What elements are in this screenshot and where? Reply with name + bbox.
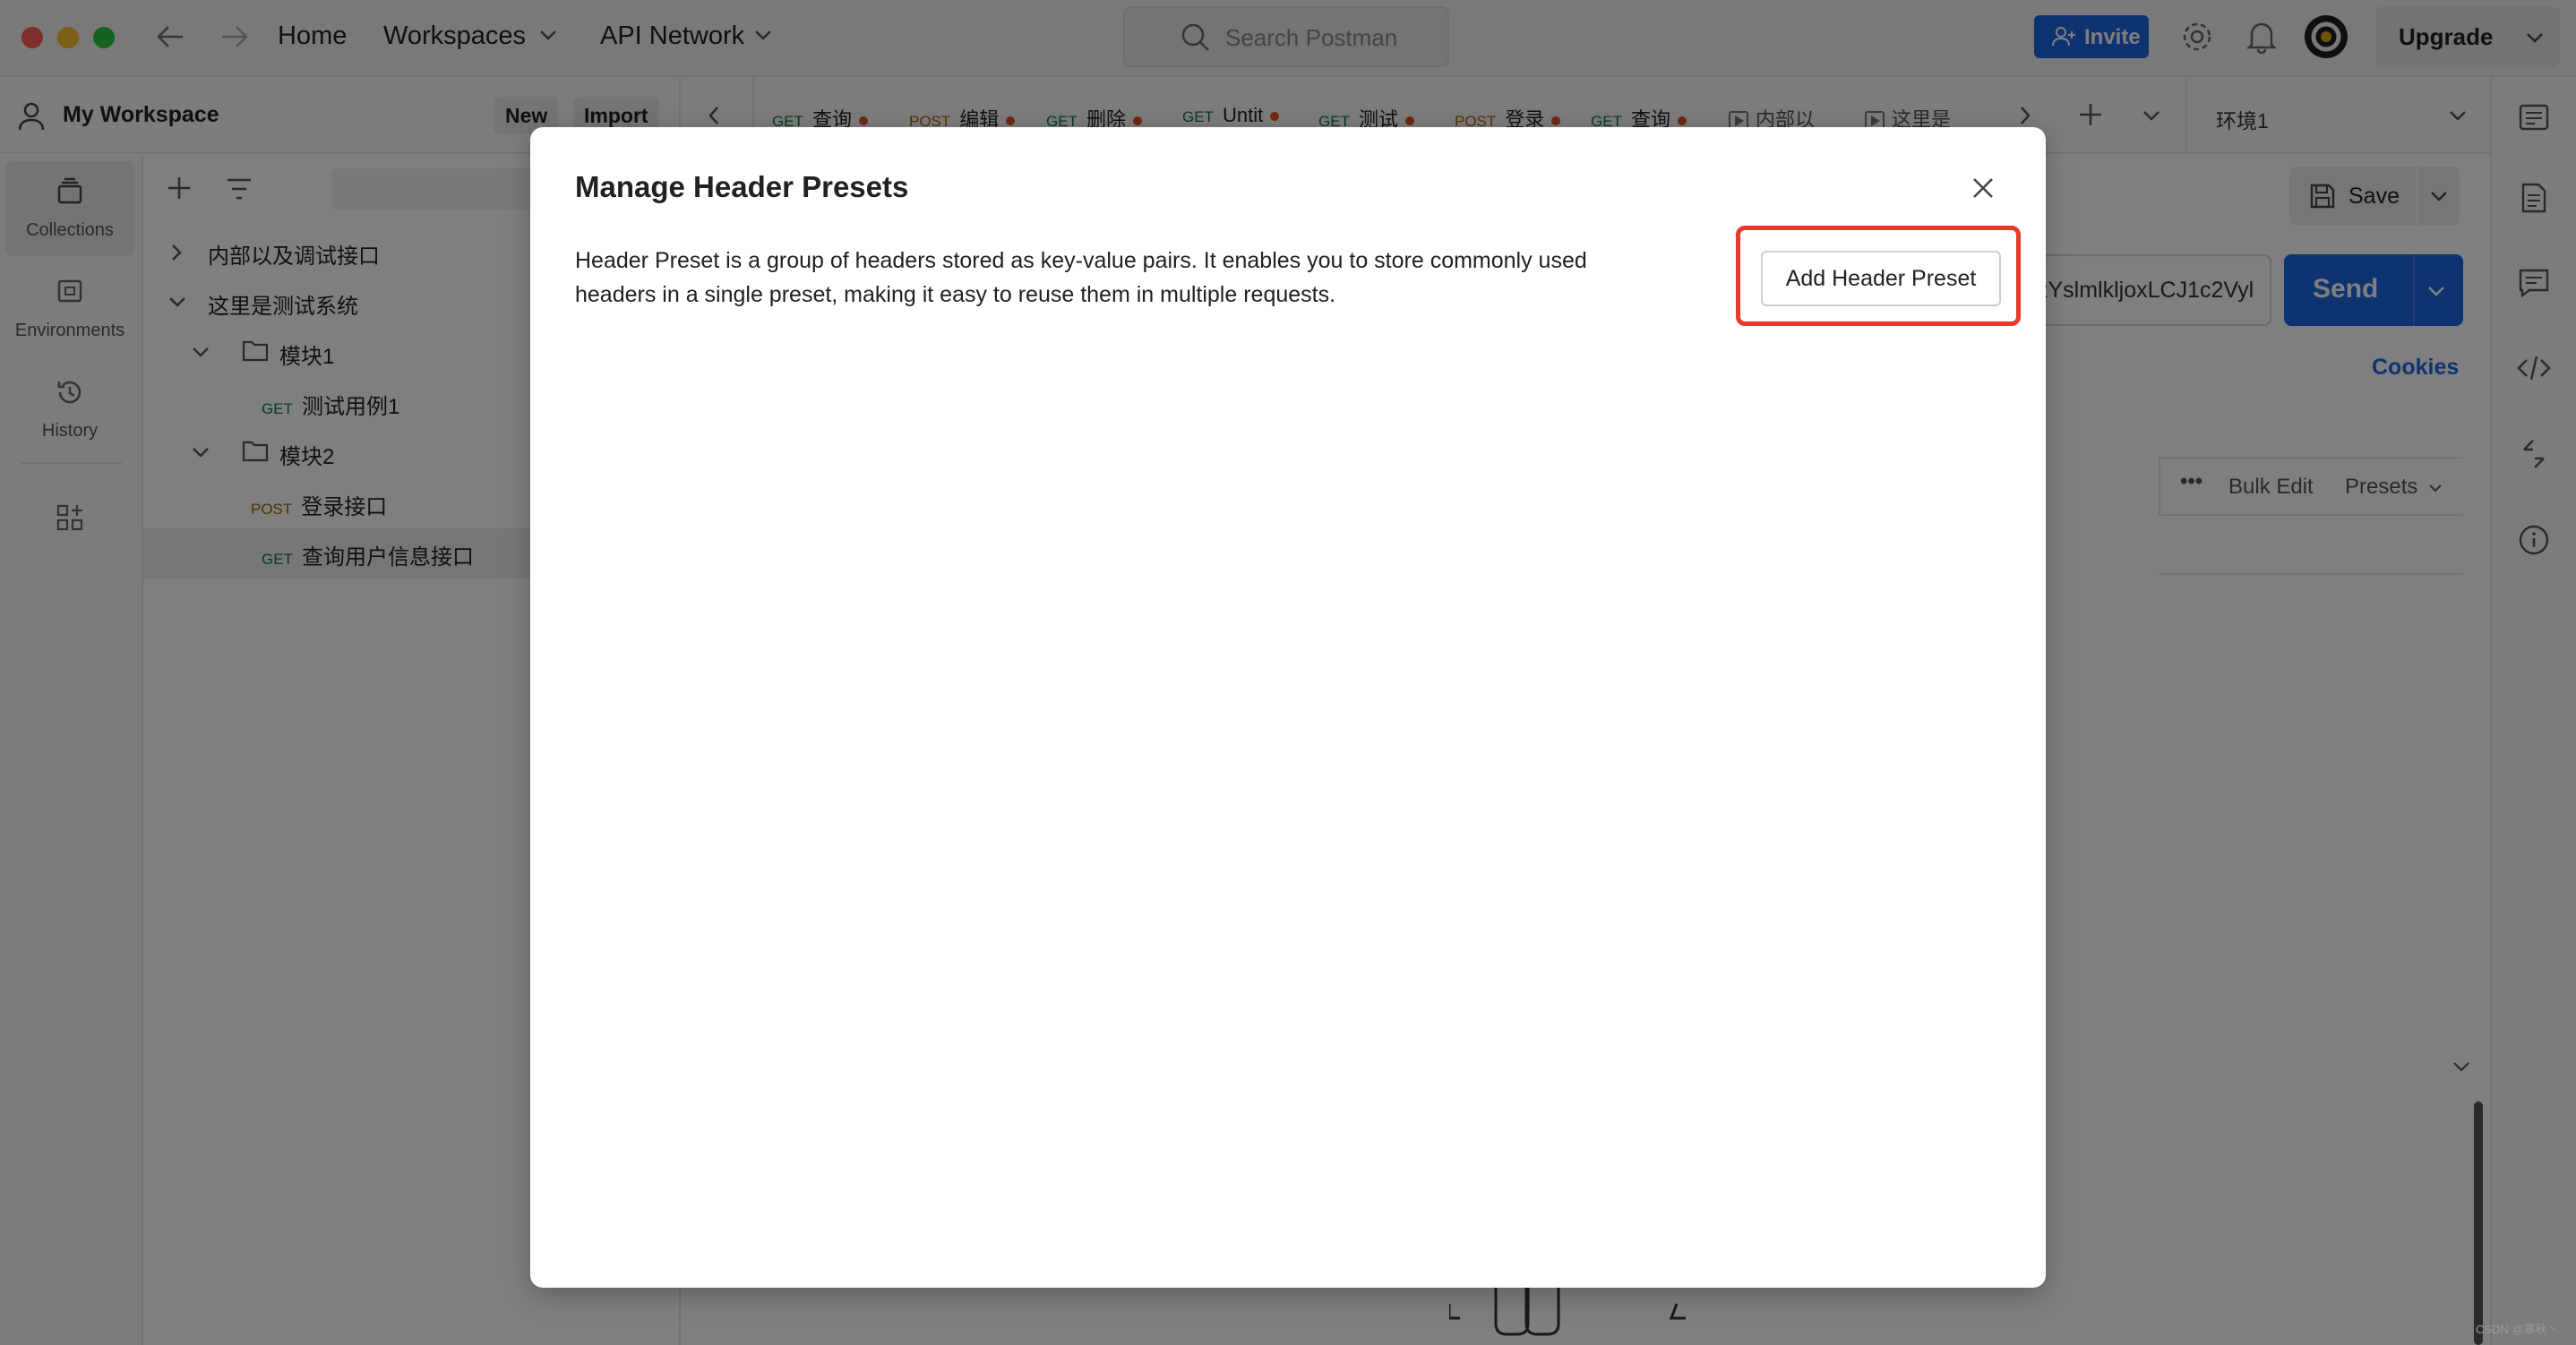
watermark: CSDN @寒秋丶 xyxy=(2476,1323,2559,1336)
close-icon[interactable] xyxy=(1967,172,1999,204)
modal-title: Manage Header Presets xyxy=(575,170,909,203)
manage-header-presets-modal: Manage Header Presets Header Preset is a… xyxy=(530,127,2046,1288)
modal-description: Header Preset is a group of headers stor… xyxy=(575,248,1587,307)
add-header-preset-button[interactable]: Add Header Preset xyxy=(1761,251,2001,306)
